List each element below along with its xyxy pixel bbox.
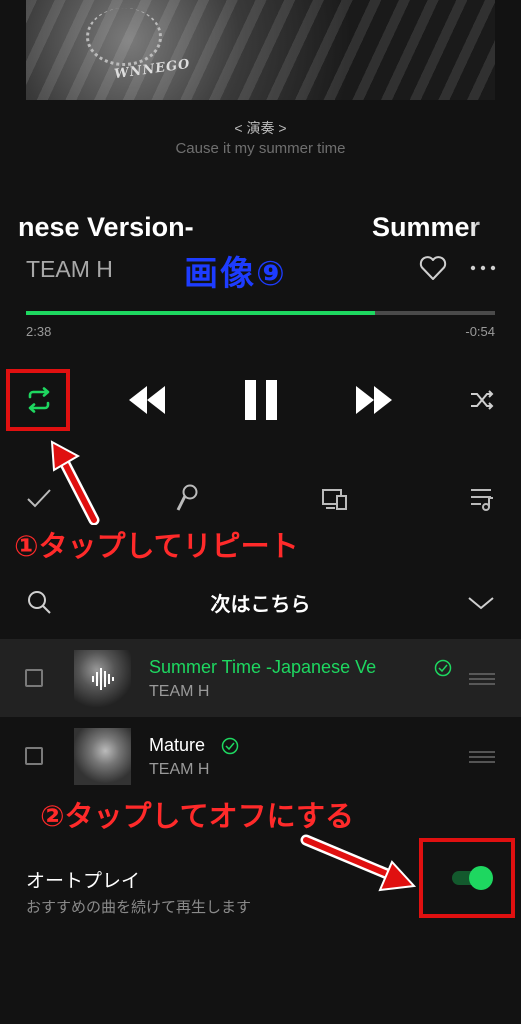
collapse-button[interactable] bbox=[467, 595, 495, 611]
track-thumbnail bbox=[74, 650, 131, 707]
heart-icon[interactable] bbox=[418, 253, 448, 283]
time-remaining: -0:54 bbox=[465, 324, 495, 339]
annotation-arrow-2 bbox=[300, 834, 417, 892]
pause-icon bbox=[245, 380, 277, 420]
autoplay-toggle[interactable] bbox=[452, 866, 493, 890]
downloaded-check-icon bbox=[221, 737, 239, 755]
track-title: Mature bbox=[149, 735, 206, 755]
artist-name[interactable]: TEAM H bbox=[26, 256, 113, 283]
track-checkbox[interactable] bbox=[25, 747, 43, 765]
next-icon bbox=[356, 386, 392, 414]
song-title-fragment-left: nese Version- bbox=[18, 212, 194, 242]
lyric-label: < 演奏 > bbox=[234, 120, 287, 136]
annotation-image-label: 画像⑨ bbox=[184, 255, 287, 293]
time-elapsed: 2:38 bbox=[26, 324, 52, 339]
album-art-chain bbox=[86, 8, 162, 66]
annotation-arrow-1 bbox=[50, 440, 100, 525]
previous-button[interactable] bbox=[127, 384, 167, 416]
lyric-line[interactable]: Cause it my summer time bbox=[0, 140, 521, 157]
annotation-step-2: ②タップしてオフにする bbox=[40, 801, 354, 833]
queue-track-row[interactable]: Summer Time -Japanese Ve TEAM H bbox=[0, 639, 521, 717]
playlist-icon bbox=[471, 489, 493, 511]
album-art: WNNEGO bbox=[26, 0, 495, 100]
annotation-step-1: ①タップしてリピート bbox=[14, 531, 299, 563]
downloaded-check-icon bbox=[434, 659, 452, 677]
lyrics-button[interactable] bbox=[174, 483, 200, 513]
next-button[interactable] bbox=[354, 384, 394, 416]
song-title-fragment-right: Summer bbox=[372, 212, 481, 242]
title-fade bbox=[470, 205, 500, 250]
repeat-highlight-box bbox=[6, 369, 70, 431]
previous-icon bbox=[129, 386, 165, 414]
queue-track-row[interactable]: Mature TEAM H bbox=[0, 717, 521, 795]
autoplay-label: オートプレイ bbox=[26, 871, 141, 892]
track-artist: TEAM H bbox=[149, 683, 210, 700]
microphone-icon bbox=[176, 484, 198, 511]
progress-fill bbox=[26, 311, 376, 315]
audio-wave-icon bbox=[92, 668, 114, 690]
track-title: Summer Time -Japanese Ve bbox=[149, 657, 377, 677]
chevron-down-icon bbox=[468, 597, 494, 610]
autoplay-description: おすすめの曲を続けて再生します bbox=[26, 899, 252, 916]
devices-icon bbox=[322, 489, 347, 510]
track-artist: TEAM H bbox=[149, 761, 210, 778]
playlist-button[interactable] bbox=[469, 486, 495, 512]
progress-bar[interactable] bbox=[26, 311, 495, 315]
shuffle-button[interactable] bbox=[469, 388, 495, 412]
drag-handle-icon[interactable] bbox=[469, 673, 495, 685]
pause-button[interactable] bbox=[243, 378, 279, 422]
track-checkbox[interactable] bbox=[25, 669, 43, 687]
shuffle-icon bbox=[471, 390, 494, 410]
drag-handle-icon[interactable] bbox=[469, 751, 495, 763]
devices-button[interactable] bbox=[321, 487, 349, 511]
more-icon[interactable] bbox=[470, 258, 496, 278]
track-thumbnail bbox=[74, 728, 131, 785]
toggle-knob bbox=[469, 866, 493, 890]
queue-title: 次はこちら bbox=[210, 594, 311, 616]
